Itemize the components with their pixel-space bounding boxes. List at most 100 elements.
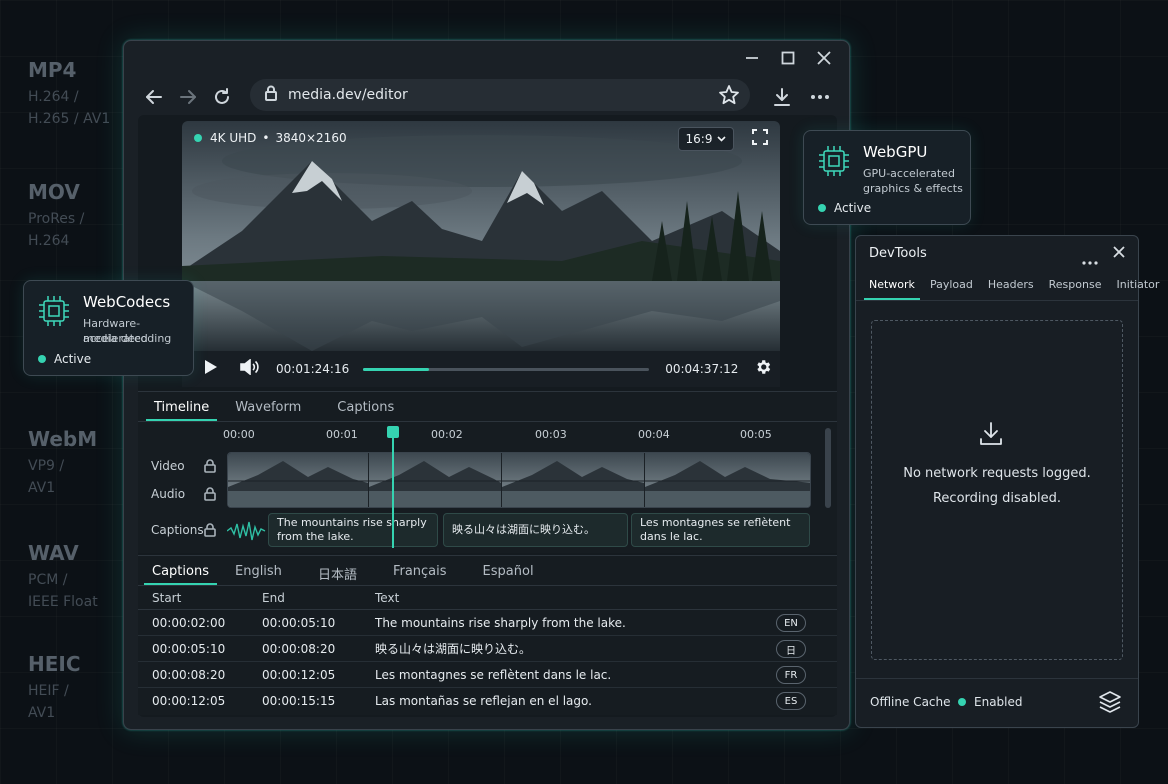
- cell-start: 00:00:12:05: [152, 694, 226, 708]
- more-icon: [811, 95, 829, 99]
- offline-cache-status[interactable]: Enabled: [958, 695, 1023, 709]
- tab-timeline[interactable]: Timeline: [146, 392, 218, 421]
- bookmark-star-button[interactable]: [718, 84, 740, 110]
- format-codec: H.264 /: [28, 89, 79, 105]
- time-ruler: 00:00 00:01 00:02 00:03 00:04 00:05: [138, 428, 837, 444]
- playhead[interactable]: [387, 426, 399, 548]
- tab-waveform[interactable]: Waveform: [235, 392, 301, 421]
- total-time: 00:04:37:12: [665, 362, 739, 376]
- minimize-icon: [746, 57, 758, 59]
- forward-button[interactable]: [174, 83, 202, 111]
- video-preview[interactable]: 4K UHD • 3840×2160 16:9: [182, 121, 780, 387]
- status-dot: [958, 698, 966, 706]
- video-resolution: 3840×2160: [275, 131, 347, 145]
- status-dot: [818, 204, 826, 212]
- tab-initiator[interactable]: Initiator: [1111, 272, 1164, 300]
- playhead-handle[interactable]: [387, 426, 399, 438]
- track-lock-button[interactable]: [204, 523, 216, 540]
- caption-clip-line: 映る山々は湖面に映り込む。: [452, 523, 595, 536]
- cell-start: 00:00:05:10: [152, 641, 226, 656]
- seek-bar[interactable]: [363, 367, 650, 371]
- format-codec: HEIF /: [28, 683, 69, 699]
- track-label: Video: [151, 459, 185, 473]
- play-button[interactable]: [204, 359, 218, 379]
- browser-menu-button[interactable]: [806, 83, 834, 111]
- tab-captions[interactable]: Captions: [337, 392, 394, 421]
- player-settings-button[interactable]: [754, 358, 772, 380]
- caption-clip-line: from the lake.: [277, 530, 354, 543]
- devtools-footer: Offline Cache Enabled: [856, 678, 1138, 727]
- tab-english[interactable]: English: [235, 556, 282, 585]
- track-audio: Audio: [138, 480, 227, 508]
- maximize-button[interactable]: [773, 47, 803, 69]
- volume-button[interactable]: [240, 358, 260, 379]
- table-row[interactable]: 00:00:12:05 00:00:15:15 Las montañas se …: [138, 688, 837, 714]
- separator: •: [262, 131, 270, 145]
- caption-clip[interactable]: 映る山々は湖面に映り込む。: [443, 513, 628, 547]
- reload-button[interactable]: [208, 83, 236, 111]
- lock-icon: [204, 487, 216, 501]
- tab-french[interactable]: Français: [393, 556, 447, 585]
- format-heic: HEIC HEIF / AV1: [28, 652, 128, 724]
- devtools-close-button[interactable]: [1112, 244, 1126, 263]
- table-row[interactable]: 00:00:05:10 00:00:08:20 映る山々は湖面に映り込む。 日: [138, 636, 837, 662]
- offline-cache-label: Offline Cache: [870, 695, 951, 709]
- more-icon: [1082, 261, 1098, 265]
- caption-clip[interactable]: Les montagnes se reflètent dans le lac.: [631, 513, 810, 547]
- ruler-tick: 00:05: [740, 428, 772, 441]
- close-icon: [1113, 246, 1125, 258]
- cell-start: 00:00:08:20: [152, 667, 226, 682]
- tab-japanese[interactable]: 日本語: [318, 556, 357, 585]
- table-row[interactable]: 00:00:08:20 00:00:12:05 Les montagnes se…: [138, 662, 837, 688]
- browser-window: media.dev/editor 4K UHD • 3840×2160 16:9…: [123, 40, 850, 730]
- timeline-scrollbar[interactable]: [825, 428, 831, 508]
- card-status: Active: [818, 201, 871, 215]
- download-button[interactable]: [768, 83, 796, 111]
- column-end: End: [262, 590, 285, 605]
- settings-gear-icon: [757, 360, 771, 374]
- card-description: graphics & effects: [863, 182, 963, 195]
- tab-payload[interactable]: Payload: [925, 272, 978, 300]
- table-row[interactable]: 00:00:02:00 00:00:05:10 The mountains ri…: [138, 610, 837, 636]
- caption-clip-line: The mountains rise sharply: [277, 516, 427, 529]
- cell-text: The mountains rise sharply from the lake…: [375, 615, 626, 630]
- forward-arrow-icon: [180, 90, 196, 104]
- format-name: MOV: [28, 180, 80, 204]
- language-badge: ES: [776, 692, 806, 710]
- devtools-title: DevTools: [869, 246, 927, 261]
- format-name: WebM: [28, 427, 98, 451]
- layers-button[interactable]: [1098, 690, 1122, 718]
- language-badge: FR: [776, 666, 806, 684]
- star-icon: [719, 85, 739, 105]
- play-icon: [205, 360, 217, 374]
- card-title: WebGPU: [863, 143, 928, 161]
- reload-icon: [215, 88, 229, 104]
- card-description: GPU-accelerated: [863, 167, 955, 180]
- fullscreen-button[interactable]: [752, 129, 768, 149]
- webgpu-card: WebGPU GPU-accelerated graphics & effect…: [803, 130, 971, 225]
- caption-clip[interactable]: The mountains rise sharply from the lake…: [268, 513, 438, 547]
- minimize-button[interactable]: [737, 47, 767, 69]
- video-quality: 4K UHD: [210, 131, 257, 145]
- captions-table-header: Start End Text: [138, 586, 837, 610]
- seek-bar-fill: [363, 367, 429, 371]
- card-status: Active: [38, 352, 91, 366]
- video-info-badge: 4K UHD • 3840×2160: [194, 131, 347, 145]
- close-icon: [817, 51, 831, 65]
- tab-spanish[interactable]: Español: [483, 556, 534, 585]
- devtools-menu-button[interactable]: [1082, 250, 1098, 269]
- devtools-tabs: Network Payload Headers Response Initiat…: [864, 272, 1159, 300]
- close-window-button[interactable]: [809, 47, 839, 69]
- tab-response[interactable]: Response: [1044, 272, 1107, 300]
- track-lock-button[interactable]: [204, 459, 216, 476]
- address-bar[interactable]: media.dev/editor: [250, 79, 750, 111]
- tab-network[interactable]: Network: [864, 272, 920, 300]
- tab-headers[interactable]: Headers: [983, 272, 1039, 300]
- track-lock-button[interactable]: [204, 487, 216, 504]
- cell-text: 映る山々は湖面に映り込む。: [375, 642, 532, 656]
- aspect-ratio-select[interactable]: 16:9: [678, 127, 734, 151]
- video-clip-strip[interactable]: [227, 452, 811, 508]
- back-button[interactable]: [140, 83, 168, 111]
- tab-captions-all[interactable]: Captions: [144, 556, 217, 585]
- format-codec: PCM /: [28, 572, 68, 588]
